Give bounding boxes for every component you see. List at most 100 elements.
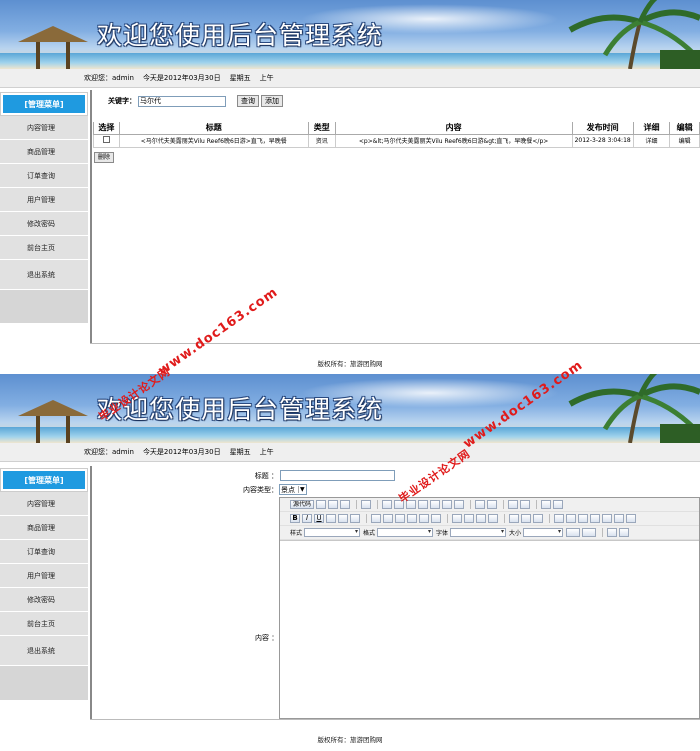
style-select[interactable]: [304, 528, 361, 537]
delete-button[interactable]: 删除: [94, 152, 115, 163]
size-select[interactable]: [523, 528, 564, 537]
query-button[interactable]: 查询: [237, 95, 259, 107]
title-row: 标题 ：: [230, 470, 395, 481]
sidebar-item-products[interactable]: 商品管理: [0, 140, 88, 164]
find-icon[interactable]: [508, 500, 519, 509]
content-divider: [90, 90, 92, 344]
link-icon[interactable]: [509, 514, 519, 523]
sidebar-item-content[interactable]: 内容管理: [0, 116, 88, 140]
col-edit: 编辑: [669, 122, 700, 135]
row-type: 资讯: [307, 133, 336, 148]
info-bar: 欢迎您：admin 今天是2012年03月30日 星期五 上午: [0, 443, 700, 462]
div-container-icon[interactable]: [431, 514, 441, 523]
editor-content-area[interactable]: [280, 541, 699, 720]
numbered-list-icon[interactable]: [371, 514, 381, 523]
blockquote-icon[interactable]: [419, 514, 429, 523]
sidebar-item-frontpage[interactable]: 前台主页: [0, 236, 88, 260]
special-char-icon[interactable]: [614, 514, 624, 523]
sidebar-item-frontpage[interactable]: 前台主页: [0, 612, 88, 636]
print-icon[interactable]: [442, 500, 453, 509]
horizontal-rule-icon[interactable]: [590, 514, 600, 523]
subscript-icon[interactable]: [338, 514, 348, 523]
preview-icon[interactable]: [340, 500, 351, 509]
align-right-icon[interactable]: [476, 514, 486, 523]
indent-icon[interactable]: [407, 514, 417, 523]
italic-icon[interactable]: I: [302, 514, 312, 523]
sidebar-item-orders[interactable]: 订单查询: [0, 540, 88, 564]
add-button[interactable]: 添加: [261, 95, 283, 107]
save-icon[interactable]: [316, 500, 327, 509]
image-icon[interactable]: [554, 514, 564, 523]
sidebar-item-password[interactable]: 修改密码: [0, 588, 88, 612]
search-bar: 关键字： 查询 添加: [108, 95, 283, 107]
sidebar-item-users[interactable]: 用户管理: [0, 564, 88, 588]
table-icon[interactable]: [578, 514, 588, 523]
toolbar-row-2: B I U: [280, 512, 699, 526]
type-select[interactable]: 景点 ▼: [279, 484, 307, 495]
underline-icon[interactable]: U: [314, 514, 324, 523]
toolbar-row-3: 样式 格式 字体 大小: [280, 526, 699, 540]
content-table: 选择 标题 类型 内容 发布时间 详细 编辑 <马尔代夫美露丽芙Vilu Ree…: [93, 122, 700, 148]
hut-image: [18, 26, 88, 69]
welcome-text: 欢迎您：admin: [84, 74, 134, 82]
smiley-icon[interactable]: [602, 514, 612, 523]
search-input[interactable]: [138, 95, 226, 107]
toolbar-separator: [503, 500, 505, 509]
toolbar-separator: [504, 514, 505, 523]
col-type: 类型: [307, 122, 336, 135]
palm-tree-image: [568, 0, 700, 69]
replace-icon[interactable]: [520, 500, 531, 509]
unlink-icon[interactable]: [521, 514, 531, 523]
sidebar-item-logout[interactable]: 退出系统: [0, 260, 88, 290]
outdent-icon[interactable]: [395, 514, 405, 523]
sidebar-item-orders[interactable]: 订单查询: [0, 164, 88, 188]
font-select[interactable]: [450, 528, 507, 537]
strikethrough-icon[interactable]: [326, 514, 336, 523]
anchor-icon[interactable]: [533, 514, 543, 523]
cut-icon[interactable]: [382, 500, 393, 509]
info-bar: 欢迎您：admin 今天是2012年03月30日 星期五 上午: [0, 69, 700, 88]
spellcheck-icon[interactable]: [454, 500, 465, 509]
toolbar-separator: [470, 500, 472, 509]
row-edit-link[interactable]: 编辑: [669, 133, 700, 148]
date-text: 今天是2012年03月30日: [142, 448, 221, 456]
bg-color-icon[interactable]: [582, 528, 597, 537]
hut-image: [18, 400, 88, 443]
col-title: 标题: [118, 122, 309, 135]
source-code-button[interactable]: 源代码: [290, 500, 315, 509]
superscript-icon[interactable]: [350, 514, 360, 523]
sidebar-item-logout[interactable]: 退出系统: [0, 636, 88, 666]
sidebar-item-password[interactable]: 修改密码: [0, 212, 88, 236]
title-input[interactable]: [280, 470, 395, 481]
row-detail-link[interactable]: 详细: [632, 133, 671, 148]
new-page-icon[interactable]: [328, 500, 339, 509]
sidebar-item-products[interactable]: 商品管理: [0, 516, 88, 540]
template-icon[interactable]: [361, 500, 372, 509]
welcome-text: 欢迎您：admin: [84, 448, 134, 456]
screen-content-edit: 欢迎您使用后台管理系统 欢迎您：admin 今天是2012年03月30日 星期五…: [0, 374, 700, 751]
sidebar-item-content[interactable]: 内容管理: [0, 492, 88, 516]
align-left-icon[interactable]: [452, 514, 462, 523]
paste-word-icon[interactable]: [430, 500, 441, 509]
align-center-icon[interactable]: [464, 514, 474, 523]
bulleted-list-icon[interactable]: [383, 514, 393, 523]
remove-format-icon[interactable]: [553, 500, 564, 509]
row-content: <p>&lt;马尔代夫美露丽芙Vilu Reef6晚6日游&gt;直飞，早晚餐<…: [334, 133, 573, 148]
paste-text-icon[interactable]: [418, 500, 429, 509]
style-label: 样式: [290, 530, 303, 537]
format-select[interactable]: [377, 528, 434, 537]
maximize-icon[interactable]: [607, 528, 618, 537]
align-justify-icon[interactable]: [488, 514, 498, 523]
show-blocks-icon[interactable]: [619, 528, 630, 537]
undo-icon[interactable]: [475, 500, 486, 509]
page-break-icon[interactable]: [626, 514, 636, 523]
sidebar-item-users[interactable]: 用户管理: [0, 188, 88, 212]
date-text: 今天是2012年03月30日: [142, 74, 221, 82]
text-color-icon[interactable]: [566, 528, 581, 537]
redo-icon[interactable]: [487, 500, 498, 509]
bold-icon[interactable]: B: [290, 514, 300, 523]
row-checkbox[interactable]: [102, 136, 110, 143]
select-all-icon[interactable]: [541, 500, 552, 509]
flash-icon[interactable]: [566, 514, 576, 523]
toolbar-row-1: 源代码: [280, 498, 699, 512]
